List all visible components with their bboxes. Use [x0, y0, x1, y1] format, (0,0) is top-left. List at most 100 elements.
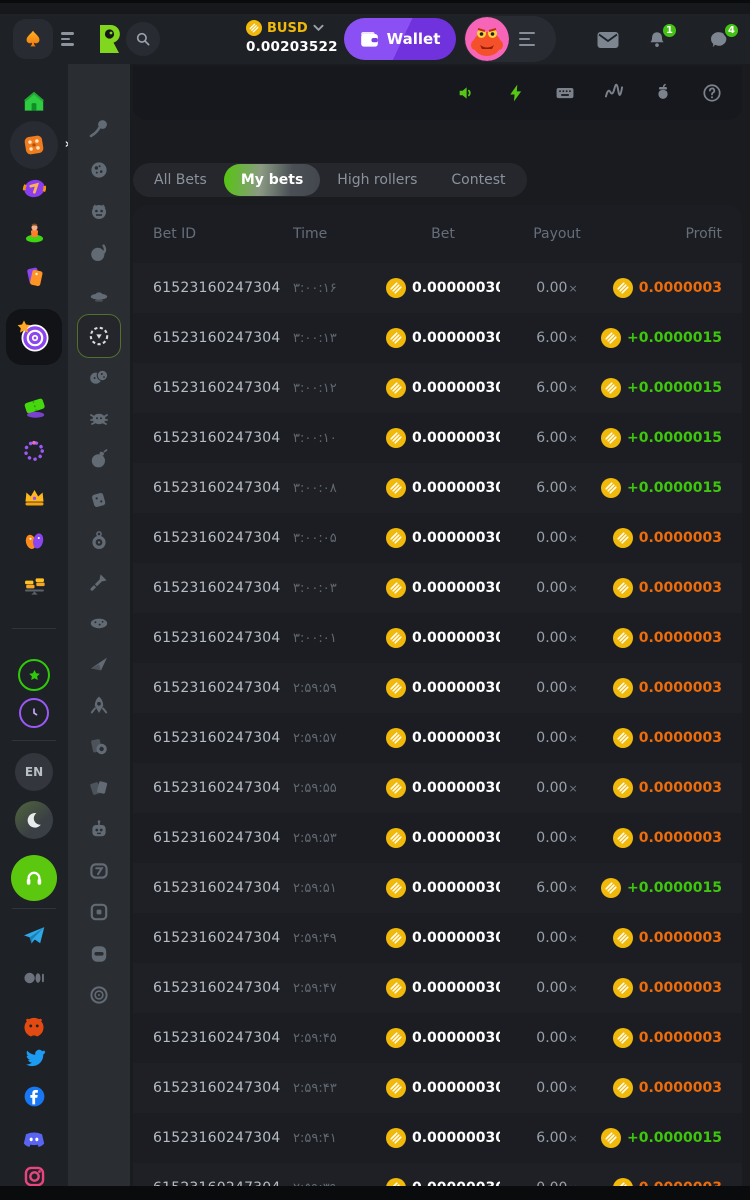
bet-row[interactable]: 61523160247304۲:۵۹:۵۷0.000000300.00×0.00…: [133, 713, 742, 763]
hotkeys-icon[interactable]: [553, 81, 577, 105]
bet-row[interactable]: 61523160247304۲:۵۹:۴۹0.000000300.00×0.00…: [133, 913, 742, 963]
game-item-bomb[interactable]: [68, 447, 130, 471]
help-icon[interactable]: [700, 81, 724, 105]
game-item-square-frame[interactable]: [68, 900, 130, 924]
bet-id-cell: 61523160247304: [153, 630, 293, 646]
bet-amount-cell: 0.00000030: [373, 378, 513, 398]
bet-row[interactable]: 61523160247304۲:۵۹:۵۹0.000000300.00×0.00…: [133, 663, 742, 713]
game-item-robot[interactable]: [68, 818, 130, 842]
game-item-limbo-target[interactable]: [68, 314, 130, 358]
sidebar-item-recent-clock[interactable]: [0, 698, 68, 728]
sidebar-item-live-person[interactable]: [0, 219, 68, 246]
bet-row[interactable]: 61523160247304۳:۰۰:۱۳0.000000306.00×+0.0…: [133, 313, 742, 363]
game-item-pocket-watch[interactable]: [68, 529, 130, 553]
time-cell: ۲:۵۹:۵۷: [293, 731, 373, 746]
spade-brand-button[interactable]: [13, 19, 53, 59]
bet-row[interactable]: 61523160247304۲:۵۹:۴۵0.000000300.00×0.00…: [133, 1013, 742, 1063]
game-item-fireball[interactable]: [68, 241, 130, 265]
sidebar-item-dartboard-tile[interactable]: [0, 309, 68, 365]
sidebar-item-bonus-ticket[interactable]: [0, 393, 68, 420]
game-item-origami[interactable]: [68, 652, 130, 676]
game-item-ufo[interactable]: [68, 283, 130, 307]
sidebar-item-twitter[interactable]: [0, 1044, 68, 1069]
live-person-icon: [21, 219, 48, 246]
sidebar-item-dots-ring[interactable]: [0, 438, 68, 464]
game-item-cookies[interactable]: [68, 365, 130, 389]
fairness-seed-icon[interactable]: [651, 81, 675, 105]
turbo-icon[interactable]: [504, 81, 528, 105]
sidebar-item-slots-seven[interactable]: [0, 175, 68, 202]
busd-coin-icon: [613, 528, 633, 548]
busd-coin-icon: [601, 428, 621, 448]
game-item-rocket[interactable]: [68, 693, 130, 717]
sidebar-item-discord[interactable]: [0, 1126, 68, 1152]
tab-my-bets[interactable]: My bets: [224, 164, 320, 196]
sidebar-item-facebook[interactable]: [0, 1084, 68, 1109]
game-item-crab[interactable]: [68, 406, 130, 430]
bet-row[interactable]: 61523160247304۲:۵۹:۴۷0.000000300.00×0.00…: [133, 963, 742, 1013]
sidebar-item-refer-hug[interactable]: [0, 527, 68, 554]
sidebar-item-support-headset[interactable]: [0, 855, 68, 901]
game-item-crash-comet[interactable]: [68, 116, 130, 140]
sidebar-item-gold-stack[interactable]: [0, 571, 68, 598]
notifications-button[interactable]: 1: [644, 28, 670, 52]
bet-row[interactable]: 61523160247304۳:۰۰:۱۲0.000000306.00×+0.0…: [133, 363, 742, 413]
profit-cell: 0.0000003: [601, 978, 722, 998]
multiplier-symbol: ×: [568, 782, 577, 795]
sidebar-item-telegram[interactable]: [0, 923, 68, 949]
bet-id-cell: 61523160247304: [153, 380, 293, 396]
bet-row[interactable]: 61523160247304۳:۰۰:۱۶0.000000300.00×0.00…: [133, 263, 742, 313]
flying-cards-icon: [87, 776, 111, 800]
sound-icon[interactable]: [455, 81, 479, 105]
sidebar-item-promo-tags[interactable]: [0, 263, 68, 290]
profit-cell: +0.0000015: [601, 1128, 722, 1148]
sidebar-item-theme-moon[interactable]: [0, 801, 68, 839]
tab-high-rollers[interactable]: High rollers: [320, 163, 434, 197]
wallet-button[interactable]: Wallet: [344, 18, 456, 60]
game-item-moon-ball[interactable]: [68, 158, 130, 182]
avatar[interactable]: [465, 17, 509, 61]
bet-row[interactable]: 61523160247304۲:۵۹:۴۳0.000000300.00×0.00…: [133, 1063, 742, 1113]
inbox-button[interactable]: [595, 28, 621, 52]
sidebar-item-github[interactable]: [0, 1014, 68, 1040]
game-item-saucer[interactable]: [68, 611, 130, 635]
tab-all-bets[interactable]: All Bets: [137, 163, 224, 197]
bcgame-logo[interactable]: [96, 23, 124, 55]
game-item-rings[interactable]: [68, 983, 130, 1007]
bet-row[interactable]: 61523160247304۳:۰۰:۰۵0.000000300.00×0.00…: [133, 513, 742, 563]
sidebar-item-rewards-star[interactable]: [0, 659, 68, 691]
sidebar-item-home[interactable]: [0, 89, 68, 115]
bet-row[interactable]: 61523160247304۲:۵۹:۵۵0.000000300.00×0.00…: [133, 763, 742, 813]
game-item-flying-cards[interactable]: [68, 776, 130, 800]
column-header-bet: Bet: [373, 226, 513, 242]
bet-row[interactable]: 61523160247304۳:۰۰:۱۰0.000000306.00×+0.0…: [133, 413, 742, 463]
bet-row[interactable]: 61523160247304۳:۰۰:۰۳0.000000300.00×0.00…: [133, 563, 742, 613]
bet-list-icon[interactable]: [519, 32, 537, 46]
currency-selector[interactable]: BUSD 0.00203522: [246, 19, 346, 55]
sidebar-toggle-icon[interactable]: [61, 30, 81, 48]
bet-row[interactable]: 61523160247304۲:۵۹:۴۱0.000000306.00×+0.0…: [133, 1113, 742, 1163]
game-item-monster[interactable]: [68, 199, 130, 223]
sidebar-item-language[interactable]: EN: [0, 753, 68, 791]
bet-row[interactable]: 61523160247304۲:۵۹:۵۱0.000000306.00×+0.0…: [133, 863, 742, 913]
stats-icon[interactable]: [602, 81, 626, 105]
bet-row[interactable]: 61523160247304۲:۵۹:۵۳0.000000300.00×0.00…: [133, 813, 742, 863]
bet-row[interactable]: 61523160247304۳:۰۰:۰۱0.000000300.00×0.00…: [133, 613, 742, 663]
game-item-chip-cards[interactable]: [68, 735, 130, 759]
sidebar-item-medium[interactable]: [0, 966, 68, 990]
sidebar-item-vip-crown[interactable]: [0, 483, 68, 510]
chat-button[interactable]: 4: [706, 28, 732, 52]
payout-cell: 0.00×: [513, 280, 601, 296]
multiplier-symbol: ×: [568, 482, 577, 495]
search-button[interactable]: [126, 22, 160, 56]
busd-coin-icon: [601, 478, 621, 498]
tab-contest[interactable]: Contest: [434, 163, 522, 197]
bet-row[interactable]: 61523160247304۲:۵۹:۳۹0.000000300.00×0.00…: [133, 1163, 742, 1186]
sidebar-item-casino-dice[interactable]: ›: [0, 121, 68, 169]
game-item-helmet[interactable]: [68, 942, 130, 966]
bet-id-cell: 61523160247304: [153, 830, 293, 846]
game-item-dice-cup[interactable]: [68, 488, 130, 512]
game-item-slot-frame[interactable]: [68, 859, 130, 883]
bet-row[interactable]: 61523160247304۳:۰۰:۰۸0.000000306.00×+0.0…: [133, 463, 742, 513]
game-item-sword[interactable]: [68, 570, 130, 594]
